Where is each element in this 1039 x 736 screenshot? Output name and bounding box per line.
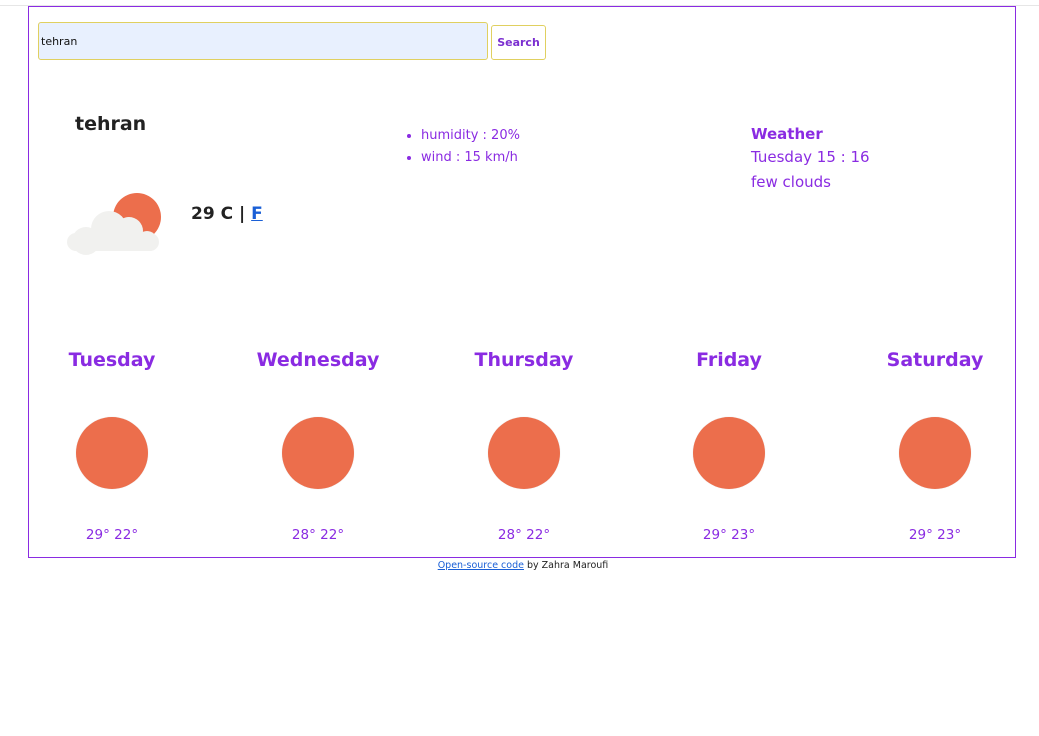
sun-icon (693, 417, 765, 489)
current-temperature: 29 C | F (191, 204, 263, 224)
forecast-day-name: Friday (696, 349, 762, 371)
forecast-day-name: Saturday (886, 349, 984, 371)
forecast-day: Friday 29° 23° (659, 345, 799, 543)
forecast-temps: 29° 22° (85, 527, 139, 543)
unit-separator: | (239, 204, 246, 224)
forecast-temps: 28° 22° (497, 527, 551, 543)
forecast-day-name: Wednesday (256, 349, 380, 371)
forecast-temps: 29° 23° (702, 527, 756, 543)
search-button[interactable]: Search (491, 25, 546, 60)
temperature-value: 29 (191, 204, 215, 224)
celsius-unit: C (220, 204, 234, 224)
wind-item: wind : 15 km/h (421, 147, 520, 169)
weather-summary: Weather Tuesday 15 : 16 few clouds (751, 123, 870, 195)
sun-icon (282, 417, 354, 489)
footer-author: by Zahra Maroufi (523, 560, 609, 571)
weather-app-container: Search tehran 29 C | F humidity : 20% wi… (28, 6, 1016, 558)
forecast-temps: 29° 23° (908, 527, 962, 543)
sun-icon (488, 417, 560, 489)
weather-datetime: Tuesday 15 : 16 (751, 148, 870, 166)
search-input[interactable] (38, 22, 488, 60)
weather-description: few clouds (751, 173, 831, 191)
open-source-link[interactable]: Open-source code (438, 560, 524, 571)
forecast-day: Wednesday 28° 22° (248, 345, 388, 543)
forecast-day: Thursday 28° 22° (454, 345, 594, 543)
city-name: tehran (75, 113, 147, 135)
sun-icon (899, 417, 971, 489)
cloud-sun-icon (67, 193, 161, 255)
forecast-temps: 28° 22° (291, 527, 345, 543)
footer: Open-source code by Zahra Maroufi (0, 560, 1039, 571)
forecast-day: Saturday 29° 23° (865, 345, 1005, 543)
humidity-item: humidity : 20% (421, 125, 520, 147)
weather-details-list: humidity : 20% wind : 15 km/h (403, 125, 520, 169)
sun-icon (76, 417, 148, 489)
forecast-day-name: Tuesday (68, 349, 156, 371)
weather-title: Weather (751, 125, 823, 143)
forecast-day: Tuesday 29° 22° (42, 345, 182, 543)
fahrenheit-link[interactable]: F (251, 204, 263, 224)
forecast-day-name: Thursday (474, 349, 574, 371)
